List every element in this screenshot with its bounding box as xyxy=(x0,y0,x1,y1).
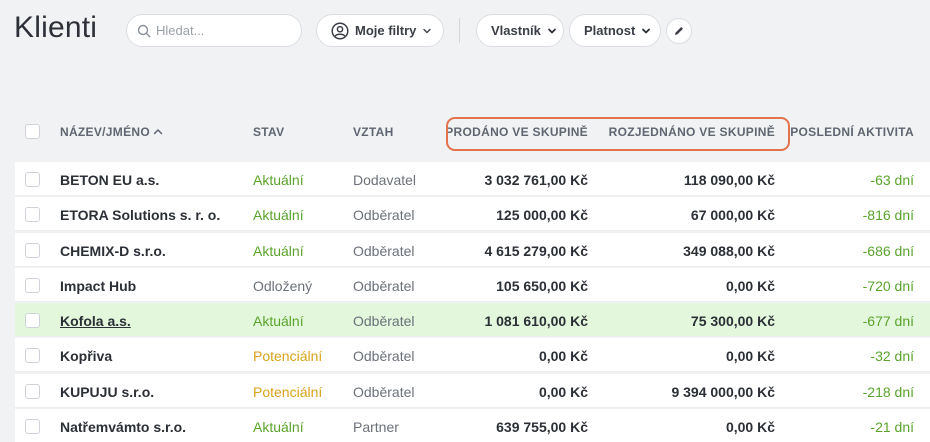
user-circle-icon xyxy=(331,21,349,40)
column-header-last-activity[interactable]: POSLEDNÍ AKTIVITA xyxy=(790,125,914,139)
negotiated-in-group-value: 349 088,00 Kč xyxy=(683,242,775,259)
client-name-link[interactable]: Kopřiva xyxy=(60,348,112,364)
negotiated-in-group-value: 0,00 Kč xyxy=(725,348,775,365)
validity-filter-label: Platnost xyxy=(584,23,636,38)
relation-label: Partner xyxy=(353,419,399,436)
row-checkbox[interactable] xyxy=(25,172,40,187)
relation-label: Odběratel xyxy=(353,313,415,330)
table-body: BETON EU a.s. Aktuální Dodavatel 3 032 761,… xyxy=(15,162,930,442)
column-header-name-label: NÁZEV/JMÉNO xyxy=(60,125,150,139)
search-icon xyxy=(137,24,151,38)
last-activity-value: -686 dní xyxy=(862,242,914,259)
client-name-link[interactable]: BETON EU a.s. xyxy=(60,172,159,188)
negotiated-in-group-value: 75 300,00 Kč xyxy=(690,313,775,330)
last-activity-value: -63 dní xyxy=(870,172,914,188)
page-title: Klienti xyxy=(14,11,98,44)
relation-label: Odběratel xyxy=(353,348,415,365)
relation-label: Odběratel xyxy=(353,277,415,294)
client-name-link[interactable]: ETORA Solutions s. r. o. xyxy=(60,207,220,223)
last-activity-value: -21 dní xyxy=(870,419,914,436)
edit-filters-button[interactable] xyxy=(666,18,692,44)
row-checkbox[interactable] xyxy=(25,242,40,258)
table-row[interactable]: CHEMIX-D s.r.o. Aktuální Odběratel 4 615 27… xyxy=(15,232,930,267)
relation-label: Odběratel xyxy=(353,383,415,400)
toolbar-divider xyxy=(459,18,460,43)
negotiated-in-group-value: 0,00 Kč xyxy=(725,419,775,436)
row-checkbox[interactable] xyxy=(25,207,40,223)
column-header-status[interactable]: STAV xyxy=(253,125,284,139)
column-header-name[interactable]: NÁZEV/JMÉNO xyxy=(60,125,163,139)
negotiated-in-group-value: 118 090,00 Kč xyxy=(683,172,775,188)
negotiated-in-group-value: 9 394 000,00 Kč xyxy=(671,383,775,400)
chevron-down-icon xyxy=(547,28,556,33)
search-box[interactable] xyxy=(126,14,302,47)
sold-in-group-value: 0,00 Kč xyxy=(538,383,588,400)
table-row[interactable]: Kofola a.s. Aktuální Odběratel 1 081 610,00… xyxy=(15,303,930,338)
status-label: Potenciální xyxy=(253,348,323,365)
sold-in-group-value: 639 755,00 Kč xyxy=(496,419,588,436)
client-name-link[interactable]: Impact Hub xyxy=(60,278,136,294)
my-filters-button[interactable]: Moje filtry xyxy=(316,14,444,47)
last-activity-value: -816 dní xyxy=(862,207,914,224)
client-name-link[interactable]: KUPUJU s.r.o. xyxy=(60,384,154,400)
client-name-link[interactable]: Kofola a.s. xyxy=(60,313,131,329)
last-activity-value: -218 dní xyxy=(862,383,914,400)
client-name-link[interactable]: CHEMIX-D s.r.o. xyxy=(60,243,166,259)
owner-filter-button[interactable]: Vlastník xyxy=(476,14,564,47)
status-label: Aktuální xyxy=(253,207,304,224)
clients-page: Klienti Moje filtry Vlastník Platnost xyxy=(0,0,930,442)
relation-label: Odběratel xyxy=(353,207,415,224)
row-checkbox[interactable] xyxy=(25,313,40,329)
column-header-sold[interactable]: PRODÁNO VE SKUPINĚ xyxy=(445,125,588,139)
search-input[interactable] xyxy=(156,23,296,38)
last-activity-value: -32 dní xyxy=(870,348,914,365)
select-all-checkbox[interactable] xyxy=(25,124,40,139)
sold-in-group-value: 125 000,00 Kč xyxy=(496,207,588,224)
status-label: Aktuální xyxy=(253,313,304,330)
pencil-icon xyxy=(675,27,683,35)
owner-filter-label: Vlastník xyxy=(491,23,541,38)
column-header-negotiated[interactable]: ROZJEDNÁNO VE SKUPINĚ xyxy=(609,125,775,139)
table-row[interactable]: Natřemvámto s.r.o. Aktuální Partner 639 755… xyxy=(15,409,930,442)
relation-label: Odběratel xyxy=(353,242,415,259)
last-activity-value: -720 dní xyxy=(862,277,914,294)
status-label: Odložený xyxy=(253,277,313,294)
sold-in-group-value: 105 650,00 Kč xyxy=(496,277,588,294)
status-label: Aktuální xyxy=(253,419,304,436)
column-header-relation[interactable]: VZTAH xyxy=(353,125,394,139)
my-filters-label: Moje filtry xyxy=(355,23,417,38)
row-checkbox[interactable] xyxy=(25,348,40,364)
status-label: Potenciální xyxy=(253,383,323,400)
table-row[interactable]: Impact Hub Odložený Odběratel 105 650,00 Kč… xyxy=(15,267,930,302)
relation-label: Dodavatel xyxy=(353,172,417,188)
sold-in-group-value: 1 081 610,00 Kč xyxy=(484,313,588,330)
sold-in-group-value: 0,00 Kč xyxy=(538,348,588,365)
last-activity-value: -677 dní xyxy=(862,313,914,330)
table-header: NÁZEV/JMÉNO STAV VZTAH PRODÁNO VE SKUPIN… xyxy=(0,117,930,147)
negotiated-in-group-value: 67 000,00 Kč xyxy=(690,207,775,224)
row-checkbox[interactable] xyxy=(25,383,40,399)
table-row[interactable]: KUPUJU s.r.o. Potenciální Odběratel 0,00 Kč… xyxy=(15,373,930,408)
table-row[interactable]: BETON EU a.s. Aktuální Dodavatel 3 032 761,… xyxy=(15,162,930,196)
sort-ascending-icon xyxy=(153,129,163,135)
sold-in-group-value: 4 615 279,00 Kč xyxy=(484,242,588,259)
row-checkbox[interactable] xyxy=(25,419,40,435)
status-label: Aktuální xyxy=(253,172,304,188)
sold-in-group-value: 3 032 761,00 Kč xyxy=(484,172,588,188)
chevron-down-icon xyxy=(642,28,651,33)
row-checkbox[interactable] xyxy=(25,277,40,293)
table-row[interactable]: ETORA Solutions s. r. o. Aktuální Odběrate… xyxy=(15,197,930,232)
client-name-link[interactable]: Natřemvámto s.r.o. xyxy=(60,419,186,435)
validity-filter-button[interactable]: Platnost xyxy=(569,14,661,47)
negotiated-in-group-value: 0,00 Kč xyxy=(725,277,775,294)
chevron-down-icon xyxy=(423,28,432,33)
table-row[interactable]: Kopřiva Potenciální Odběratel 0,00 Kč 0,00 K… xyxy=(15,338,930,373)
status-label: Aktuální xyxy=(253,242,304,259)
